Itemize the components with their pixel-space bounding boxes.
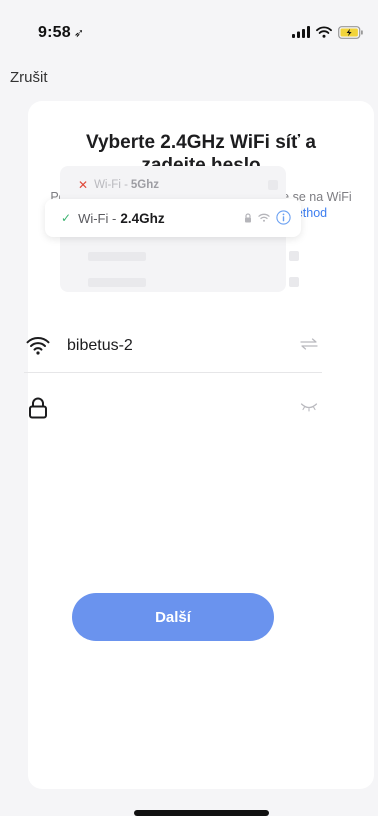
row-5ghz-band: 5Ghz xyxy=(130,179,160,191)
status-time: 9:58 ➶ xyxy=(38,24,84,42)
placeholder-block xyxy=(88,252,146,261)
wifi-name-field[interactable]: bibetus-2 xyxy=(24,319,322,373)
status-bar: 9:58 ➶ xyxy=(0,0,378,46)
home-indicator[interactable] xyxy=(134,810,269,816)
row-2-4ghz-prefix: Wi-Fi - xyxy=(78,210,117,226)
row-5ghz-prefix: Wi-Fi - xyxy=(94,179,128,191)
illustration-row-5ghz: ✕ Wi-Fi - 5Ghz xyxy=(78,177,278,193)
placeholder-block xyxy=(88,278,146,287)
info-icon xyxy=(276,210,291,225)
switch-network-icon[interactable] xyxy=(300,337,318,355)
wifi-small-icon xyxy=(258,213,270,222)
row-2-4ghz-band: 2.4Ghz xyxy=(120,210,165,226)
placeholder-block xyxy=(289,277,299,287)
password-input[interactable] xyxy=(67,393,287,423)
placeholder-block xyxy=(289,251,299,261)
check-icon: ✓ xyxy=(61,211,72,225)
password-field[interactable] xyxy=(24,385,322,431)
row-2-4ghz-icons xyxy=(244,210,291,225)
lock-icon xyxy=(24,394,52,422)
next-button[interactable]: Další xyxy=(72,593,274,641)
placeholder-block xyxy=(268,180,278,190)
eye-closed-icon[interactable] xyxy=(300,399,318,417)
signal-icon xyxy=(292,26,310,38)
wifi-icon xyxy=(316,26,332,38)
lock-small-icon xyxy=(245,212,251,222)
location-arrow-icon: ➶ xyxy=(73,26,85,40)
cross-icon: ✕ xyxy=(78,178,89,192)
screen: 9:58 ➶ Zrušit Vyberte 2.4GHz WiFi síť a … xyxy=(0,0,378,816)
status-time-text: 9:58 xyxy=(38,24,71,41)
illustration-row-2-4ghz: ✓ Wi-Fi - 2.4Ghz xyxy=(45,199,301,237)
battery-charging-icon xyxy=(338,25,363,39)
wifi-icon xyxy=(24,332,52,360)
wifi-name-value: bibetus-2 xyxy=(67,336,133,354)
cancel-button[interactable]: Zrušit xyxy=(10,69,48,86)
status-icons xyxy=(292,25,364,39)
